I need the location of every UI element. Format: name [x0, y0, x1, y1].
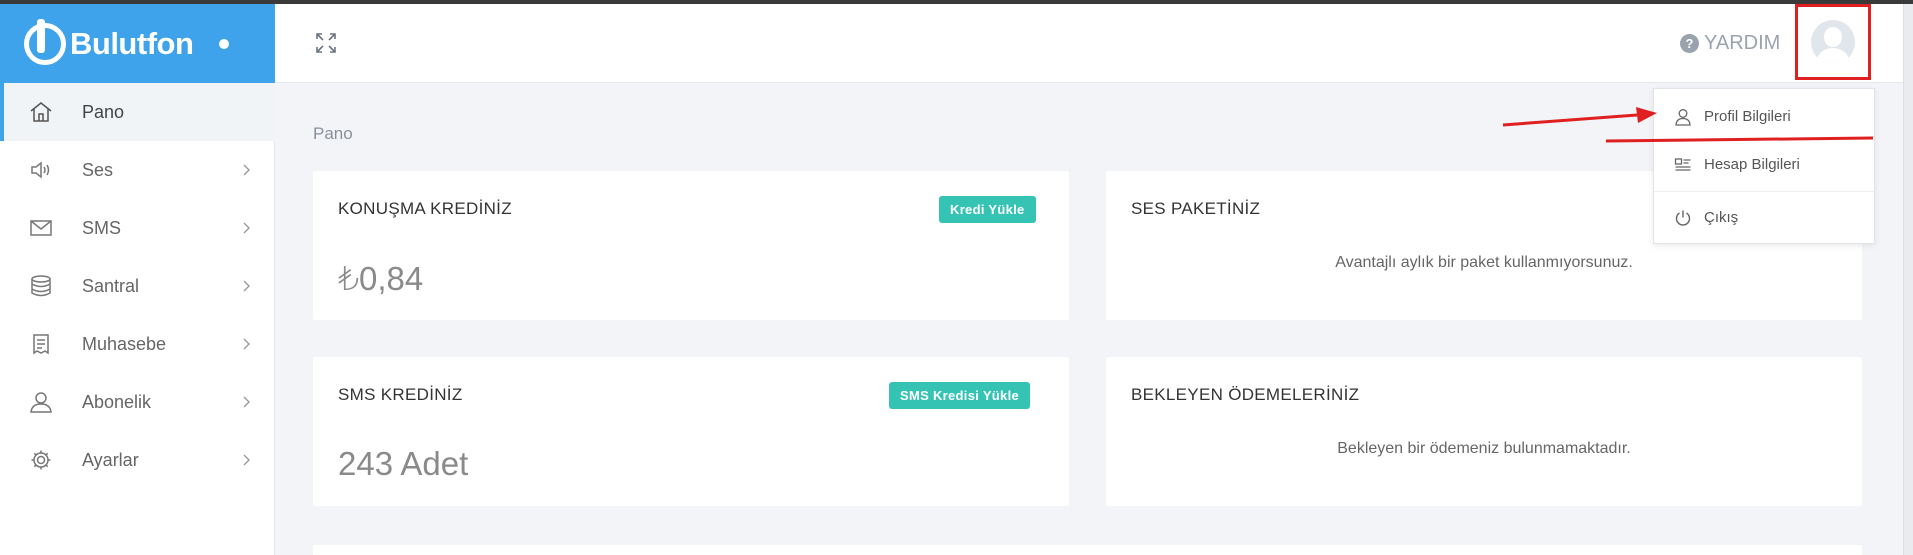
envelope-icon: [30, 220, 52, 236]
sidebar-toggle-dot[interactable]: [219, 38, 230, 49]
database-icon: [31, 275, 51, 297]
voice-package-message: Avantajlı aylık bir paket kullanmıyorsun…: [1335, 254, 1633, 271]
user-dropdown-menu: Profil Bilgileri Hesap Bilgileri Çıkış: [1653, 88, 1875, 244]
chevron-right-icon: [243, 280, 250, 292]
sidebar-item-label: Abonelik: [82, 392, 152, 412]
brand-name: Bulutfon: [70, 25, 194, 61]
sidebar-item-ses[interactable]: Ses: [0, 141, 275, 199]
help-label: YARDIM: [1704, 32, 1781, 54]
expand-icon[interactable]: [315, 32, 337, 54]
sidebar-item-label: Santral: [82, 276, 140, 296]
sidebar-item-label: Muhasebe: [82, 334, 167, 354]
load-credit-button[interactable]: Kredi Yükle: [939, 196, 1036, 223]
card-title: BEKLEYEN ÖDEMELERİNİZ: [1131, 385, 1360, 404]
id-card-icon: [1674, 158, 1691, 171]
menu-item-label: Profil Bilgileri: [1704, 108, 1791, 125]
bulutfon-logo-icon: [24, 18, 66, 65]
pending-payments-card: BEKLEYEN ÖDEMELERİNİZ Bekleyen bir ödeme…: [1106, 357, 1862, 506]
sidebar-item-ayarlar[interactable]: Ayarlar: [0, 431, 275, 489]
sidebar-item-label: Ses: [82, 160, 114, 180]
chevron-right-icon: [243, 338, 250, 350]
sidebar-item-label: Ayarlar: [82, 450, 139, 470]
page-scrollbar[interactable]: [1903, 4, 1913, 555]
sms-credit-value: 243 Adet: [338, 445, 469, 482]
next-card-partial: [313, 545, 1862, 555]
sidebar-item-label: SMS: [82, 218, 122, 238]
chevron-right-icon: [243, 454, 250, 466]
user-icon: [1675, 109, 1691, 126]
sms-credit-card: SMS KREDİNİZ SMS Kredisi Yükle 243 Adet: [313, 357, 1069, 506]
menu-item-label: Hesap Bilgileri: [1704, 156, 1800, 173]
menu-item-account[interactable]: Hesap Bilgileri: [1654, 140, 1874, 190]
user-icon: [30, 392, 52, 413]
menu-item-profile[interactable]: Profil Bilgileri: [1654, 92, 1874, 142]
sidebar: Pano Ses SMS Santral Muhasebe Abonelik A…: [0, 83, 275, 555]
chevron-right-icon: [243, 222, 250, 234]
card-title: SMS KREDİNİZ: [338, 385, 463, 404]
pending-payments-message: Bekleyen bir ödemeniz bulunmamaktadır.: [1337, 440, 1631, 457]
user-avatar-icon[interactable]: [1811, 20, 1855, 64]
question-circle-icon: ?: [1680, 34, 1699, 53]
sidebar-item-santral[interactable]: Santral: [0, 257, 275, 315]
sidebar-item-sms[interactable]: SMS: [0, 199, 275, 257]
menu-item-label: Çıkış: [1704, 209, 1739, 226]
sidebar-item-muhasebe[interactable]: Muhasebe: [0, 315, 275, 373]
help-link[interactable]: ? YARDIM: [1680, 32, 1780, 55]
sidebar-item-abonelik[interactable]: Abonelik: [0, 373, 275, 431]
user-avatar-highlight[interactable]: [1795, 4, 1871, 80]
chevron-right-icon: [243, 164, 250, 176]
power-icon: [1675, 210, 1691, 226]
home-icon: [30, 102, 52, 122]
top-header: ? YARDIM: [275, 4, 1913, 83]
card-title: KONUŞMA KREDİNİZ: [338, 199, 512, 218]
logo-bar[interactable]: Bulutfon: [0, 4, 275, 83]
sidebar-item-label: Pano: [82, 102, 125, 122]
load-sms-credit-button[interactable]: SMS Kredisi Yükle: [889, 382, 1031, 409]
speaker-icon: [31, 161, 50, 179]
talk-credit-card: KONUŞMA KREDİNİZ Kredi Yükle ₺0,84: [313, 171, 1069, 320]
sidebar-item-pano[interactable]: Pano: [0, 83, 275, 141]
annotation-arrow-line: [1502, 113, 1638, 127]
chevron-right-icon: [243, 396, 250, 408]
menu-item-logout[interactable]: Çıkış: [1654, 193, 1874, 243]
breadcrumb: Pano: [313, 124, 353, 143]
receipt-icon: [33, 334, 49, 355]
talk-credit-value: ₺0,84: [338, 260, 424, 297]
menu-divider: [1654, 191, 1874, 192]
card-title: SES PAKETİNİZ: [1131, 199, 1261, 218]
gear-icon: [31, 450, 51, 470]
